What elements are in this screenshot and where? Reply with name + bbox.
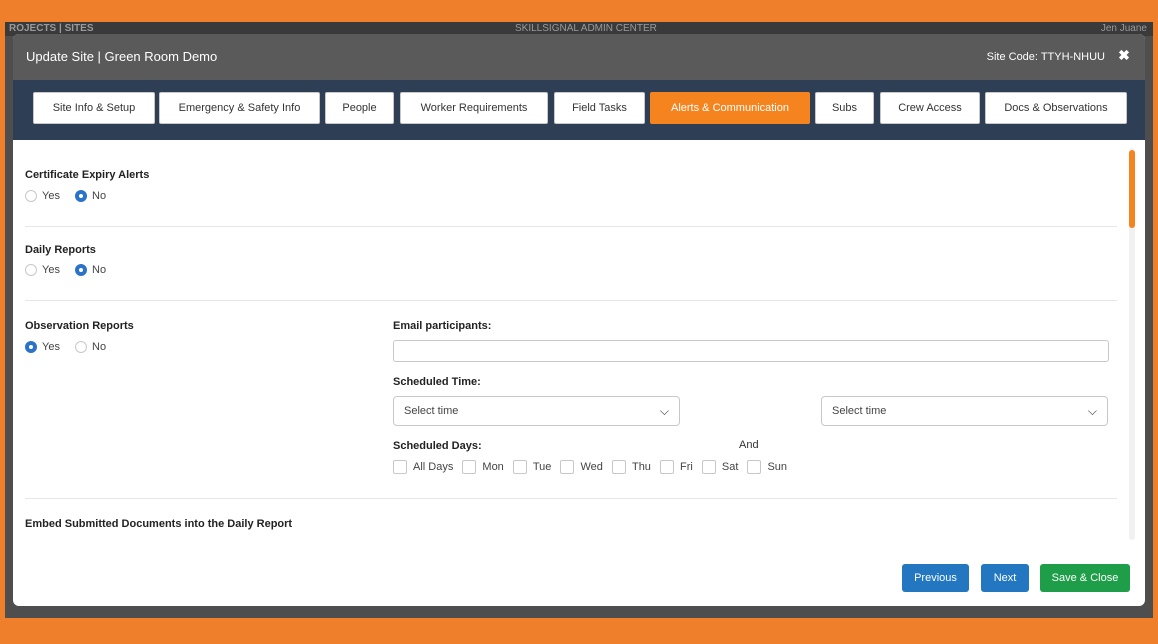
divider (25, 226, 1117, 227)
tab-worker-requirements[interactable]: Worker Requirements (400, 92, 548, 124)
day-checkbox-sat[interactable] (701, 460, 716, 474)
observation-reports-no-label: No (92, 341, 107, 354)
day-label-sun: Sun (767, 461, 788, 473)
time-to-select[interactable]: Select time ⌵ (821, 396, 1108, 426)
day-label-all: All Days (413, 461, 454, 473)
email-participants-label: Email participants: (393, 320, 492, 332)
daily-reports-no-label: No (92, 264, 107, 277)
day-checkbox-wed[interactable] (560, 460, 575, 474)
tab-alerts-communication[interactable]: Alerts & Communication (650, 92, 810, 124)
time-from-value: Select time (404, 405, 459, 417)
and-label: And (739, 439, 759, 451)
daily-reports-no-radio[interactable] (75, 264, 88, 277)
certificate-expiry-no-label: No (92, 190, 107, 203)
day-checkbox-sun[interactable] (747, 460, 762, 474)
day-checkbox-thu[interactable] (611, 460, 626, 474)
day-label-wed: Wed (580, 461, 603, 473)
tab-bar: Site Info & Setup Emergency & Safety Inf… (13, 80, 1145, 140)
daily-reports-yes-label: Yes (42, 264, 60, 277)
tab-subs[interactable]: Subs (815, 92, 874, 124)
day-label-tue: Tue (532, 461, 552, 473)
certificate-expiry-label: Certificate Expiry Alerts (25, 169, 150, 181)
chevron-down-icon: ⌵ (659, 404, 669, 418)
site-code: Site Code: TTYH-NHUU (986, 51, 1105, 63)
scheduled-days-row: All Days Mon Tue Wed Thu Fri Sat Sun (393, 460, 793, 474)
email-participants-input[interactable] (393, 340, 1109, 362)
tab-site-info[interactable]: Site Info & Setup (33, 92, 155, 124)
certificate-expiry-no-radio[interactable] (75, 190, 88, 203)
background-user: Jen Juane (1100, 23, 1147, 34)
observation-reports-yes-label: Yes (42, 341, 60, 354)
day-checkbox-all[interactable] (393, 460, 407, 474)
background-title: ROJECTS | SITES (9, 23, 94, 34)
tab-people[interactable]: People (325, 92, 394, 124)
day-label-mon: Mon (482, 461, 504, 473)
time-to-value: Select time (832, 405, 887, 417)
chevron-down-icon: ⌵ (1087, 404, 1097, 418)
embed-documents-label: Embed Submitted Documents into the Daily… (25, 518, 293, 530)
observation-reports-radios: Yes No (25, 341, 118, 354)
tab-field-tasks[interactable]: Field Tasks (554, 92, 645, 124)
observation-reports-no-radio[interactable] (75, 341, 88, 354)
day-checkbox-tue[interactable] (512, 460, 527, 474)
next-button[interactable]: Next (981, 564, 1029, 592)
day-checkbox-fri[interactable] (660, 460, 674, 474)
divider (25, 300, 1117, 301)
close-icon[interactable]: ✖ (1116, 47, 1132, 63)
background-app-name: SKILLSIGNAL ADMIN CENTER (515, 23, 657, 34)
time-from-select[interactable]: Select time ⌵ (393, 396, 680, 426)
day-checkbox-mon[interactable] (462, 460, 477, 474)
daily-reports-yes-radio[interactable] (25, 264, 37, 277)
update-site-modal: Update Site | Green Room Demo Site Code:… (13, 34, 1145, 606)
certificate-expiry-yes-label: Yes (42, 190, 60, 203)
certificate-expiry-radios: Yes No (25, 190, 118, 203)
modal-header: Update Site | Green Room Demo Site Code:… (13, 34, 1145, 80)
daily-reports-radios: Yes No (25, 264, 118, 277)
daily-reports-label: Daily Reports (25, 244, 96, 256)
certificate-expiry-yes-radio[interactable] (25, 190, 37, 203)
observation-reports-label: Observation Reports (25, 320, 134, 332)
day-label-sat: Sat (721, 461, 739, 473)
tab-crew-access[interactable]: Crew Access (880, 92, 980, 124)
observation-reports-yes-radio[interactable] (25, 341, 37, 354)
scheduled-time-label: Scheduled Time: (393, 376, 481, 388)
save-close-button[interactable]: Save & Close (1040, 564, 1130, 592)
tab-emergency-safety[interactable]: Emergency & Safety Info (159, 92, 320, 124)
day-label-thu: Thu (631, 461, 651, 473)
previous-button[interactable]: Previous (902, 564, 969, 592)
divider (25, 498, 1117, 499)
scheduled-days-label: Scheduled Days: (393, 440, 482, 452)
scrollbar-thumb[interactable] (1129, 150, 1135, 228)
modal-title: Update Site | Green Room Demo (26, 49, 218, 64)
day-label-fri: Fri (680, 461, 693, 473)
tab-docs-observations[interactable]: Docs & Observations (985, 92, 1127, 124)
modal-content: Certificate Expiry Alerts Yes No Daily R… (13, 140, 1145, 540)
